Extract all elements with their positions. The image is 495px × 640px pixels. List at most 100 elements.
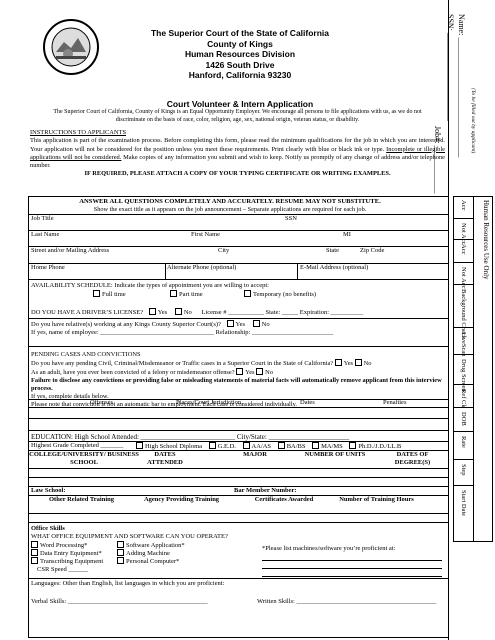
highest-grade-field[interactable]: Highest Grade Completed _______: [31, 442, 123, 449]
case-dates-col: Dates: [300, 399, 315, 406]
email-field[interactable]: E-Mail Address (optional): [300, 264, 368, 271]
ma-checkbox[interactable]: [312, 442, 320, 449]
proficiency-note: *Please list machines/software you’re pr…: [262, 545, 396, 552]
languages-label: Languages: Other than English, list lang…: [31, 580, 225, 587]
court-seal: [42, 18, 100, 76]
convicted-no-checkbox[interactable]: [256, 368, 264, 375]
hr-cell-label: Ref Ck: [460, 389, 467, 408]
pending-no-checkbox[interactable]: [354, 359, 362, 366]
alt-phone-field[interactable]: Alternate Phone (optional): [167, 264, 236, 271]
hr-cell-1[interactable]: Acc: [453, 196, 473, 219]
applicant-ssn-field[interactable]: SSN: ______________________: [446, 14, 455, 121]
court-name: The Superior Court of the State of Calif…: [150, 28, 330, 38]
hr-cell-2[interactable]: Not Acc: [453, 219, 473, 244]
hr-cell-10[interactable]: Rate: [453, 432, 473, 460]
last-name-field[interactable]: Last Name: [31, 231, 59, 238]
answer-all-note: ANSWER ALL QUESTIONS COMPLETELY AND ACCU…: [79, 198, 381, 205]
hr-cell-7[interactable]: Drug Screen: [453, 355, 473, 392]
word-processing-checkbox[interactable]: Word Processing*: [31, 541, 87, 549]
show-title-note: Show the exact title as it appears on th…: [93, 206, 367, 213]
zip-field[interactable]: Zip Code: [360, 247, 384, 254]
county-name: County of Kings: [207, 38, 273, 49]
hr-cell-label: Step: [460, 464, 467, 476]
license-question: DO YOU HAVE A DRIVER’S LICENSE? Yes No L…: [31, 308, 364, 316]
hr-cell-label: LiveScan: [460, 332, 467, 357]
license-yes-checkbox[interactable]: [148, 308, 156, 315]
college-col: COLLEGE/UNIVERSITY/ BUSINESS SCHOOL: [29, 451, 139, 466]
hr-cell-9[interactable]: DOB: [453, 408, 473, 432]
aa-checkbox[interactable]: [242, 442, 250, 449]
eoe-statement: The Superior Court of California, County…: [53, 109, 422, 123]
hr-cell-12[interactable]: Start Date: [453, 486, 473, 542]
office-question: WHAT OFFICE EQUIPMENT AND SOFTWARE CAN Y…: [31, 533, 228, 540]
street-field[interactable]: Street and/or Mailing Address: [31, 247, 109, 254]
diploma-checkbox[interactable]: [136, 442, 143, 449]
software-app-checkbox[interactable]: Software Application*: [117, 541, 185, 549]
personal-computer-checkbox[interactable]: Personal Computer*: [117, 557, 179, 565]
hr-cell-3[interactable]: Acc: [453, 240, 473, 263]
city-field[interactable]: City: [218, 247, 229, 254]
hr-cell-8[interactable]: Ref Ck: [453, 385, 473, 408]
bar-member-field[interactable]: Bar Member Number:: [234, 487, 297, 494]
pending-yes-checkbox[interactable]: [334, 359, 342, 366]
ba-checkbox[interactable]: [277, 442, 285, 449]
first-name-field[interactable]: First Name: [191, 231, 220, 238]
penalties-col: Penalties: [383, 399, 407, 406]
city-address: Hanford, California 93230: [188, 70, 292, 80]
applicant-name-field[interactable]: Name: ______________________________: [457, 14, 466, 157]
part-time-checkbox[interactable]: Part time: [170, 290, 203, 298]
offenses-col: Offenses: [90, 399, 113, 406]
office-skills-heading: Office Skills: [31, 525, 65, 532]
license-no-checkbox[interactable]: [174, 308, 182, 315]
disclosure-warning: Failure to disclose any convictions or p…: [31, 377, 442, 392]
form-title: Court Volunteer & Intern Application: [166, 99, 314, 109]
hr-cell-label: Acc: [460, 244, 467, 255]
relatives-no-checkbox[interactable]: [252, 320, 260, 327]
relatives-question: Do you have relative(s) working at any K…: [31, 320, 270, 328]
attach-note: IF REQUIRED, PLEASE ATTACH A COPY OF YOU…: [84, 170, 391, 178]
hr-cell-label: Acc: [460, 200, 467, 211]
data-entry-checkbox[interactable]: Data Entry Equipment*: [31, 549, 102, 557]
hr-cell-label: Start Date: [460, 490, 467, 517]
state-field[interactable]: State: [326, 247, 339, 254]
court-jurisdiction-col: Places/Court Jurisdiction: [176, 399, 242, 406]
license-number-field[interactable]: License # ___________ State: _____ Expir…: [201, 309, 363, 316]
csr-speed-field[interactable]: CSR Speed ______: [37, 566, 88, 573]
training-hours-col: Number of Training Hours: [339, 496, 414, 503]
written-skills-field[interactable]: Written Skills: ________________________…: [257, 598, 436, 605]
instructions: INSTRUCTIONS TO APPLICANTS This applicat…: [30, 129, 445, 178]
instructions-heading: INSTRUCTIONS TO APPLICANTS: [30, 129, 126, 136]
applicant-note: (To be filled out by applicant): [470, 88, 476, 154]
ged-checkbox[interactable]: [208, 442, 216, 449]
relatives-yes-checkbox[interactable]: [226, 320, 234, 327]
degree-dates-col: DATES OF DEGREE(S): [394, 451, 431, 466]
hr-cell-6[interactable]: LiveScan: [453, 328, 473, 357]
temporary-checkbox[interactable]: Temporary (no benefits): [244, 290, 316, 298]
phd-checkbox[interactable]: [349, 442, 357, 449]
diploma-options: High School Diploma G.E.D. AA/AS BA/BS M…: [136, 442, 401, 450]
street-address: 1426 South Drive: [205, 59, 275, 70]
adding-machine-checkbox[interactable]: Adding Machine: [117, 549, 170, 557]
full-time-checkbox[interactable]: Full time: [93, 290, 126, 298]
units-col: NUMBER OF UNITS: [304, 451, 366, 458]
hr-cell-4[interactable]: Not Acc: [453, 263, 473, 288]
mi-field[interactable]: MI: [343, 231, 351, 238]
law-school-field[interactable]: Law School:: [31, 487, 66, 494]
major-col: MAJOR: [243, 451, 267, 458]
hr-cell-11[interactable]: Step: [453, 460, 473, 486]
ssn-field[interactable]: SSN: [285, 215, 297, 222]
agency-col: Agency Providing Training: [143, 496, 220, 503]
home-phone-field[interactable]: Home Phone: [31, 264, 65, 271]
hr-use-title: Human Resources Use Only: [482, 200, 490, 280]
education-label[interactable]: EDUCATION: High School Attended: _______…: [31, 433, 349, 441]
verbal-skills-field[interactable]: Verbal Skills: _________________________…: [31, 598, 208, 605]
job-title-field[interactable]: Job Title: [31, 215, 54, 222]
training-col: Other Related Training: [49, 496, 114, 503]
hr-cell-5[interactable]: Background Check: [453, 285, 473, 339]
certificates-col: Certificates Awarded: [254, 496, 314, 503]
relative-employee-field[interactable]: If yes, name of employee: ______________…: [31, 329, 333, 336]
division-name: Human Resources Division: [184, 49, 296, 59]
transcribing-checkbox[interactable]: Transcribing Equipment: [31, 557, 103, 565]
convicted-yes-checkbox[interactable]: [236, 368, 244, 375]
pending-heading: PENDING CASES AND CONVICTIONS: [31, 351, 141, 358]
